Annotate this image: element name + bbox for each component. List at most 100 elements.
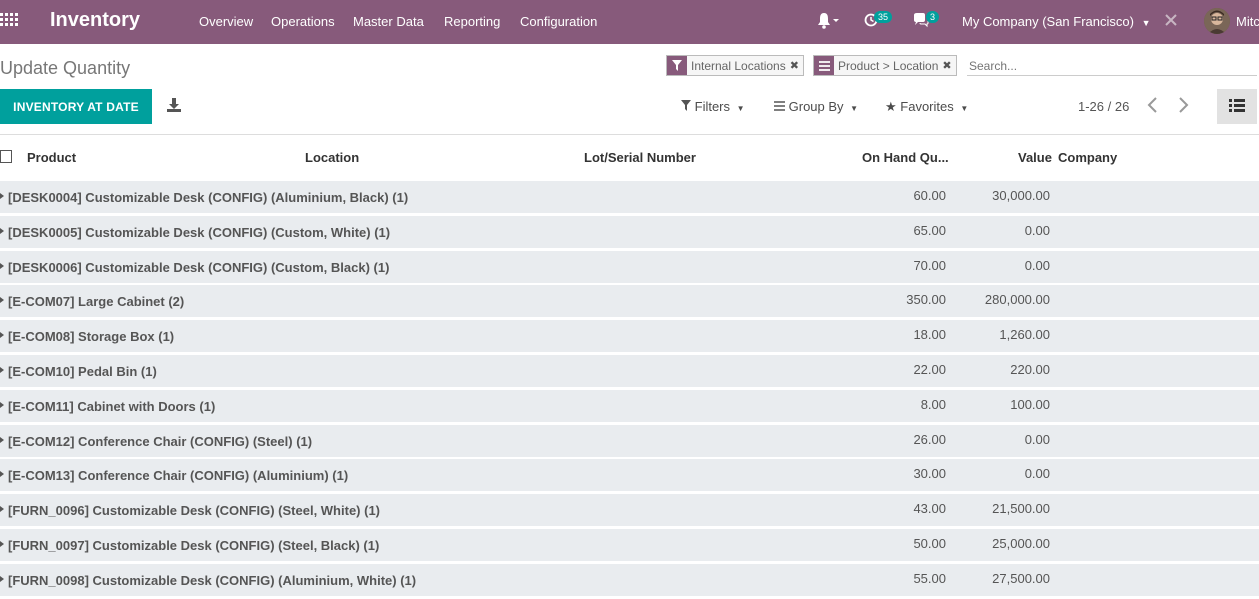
search-facet-product-location[interactable]: Product > Location ✖ — [813, 55, 957, 76]
group-value: 30,000.00 — [992, 188, 1050, 203]
inventory-at-date-button[interactable]: INVENTORY AT DATE — [0, 89, 152, 124]
search-input[interactable] — [967, 56, 1257, 76]
table-group-row[interactable]: [FURN_0096] Customizable Desk (CONFIG) (… — [0, 494, 1259, 526]
activity-count-badge: 35 — [874, 11, 893, 23]
table-group-row[interactable]: [E-COM07] Large Cabinet (2) 350.00 280,000… — [0, 285, 1259, 317]
menu-master-data[interactable]: Master Data — [353, 14, 424, 29]
column-lot-serial[interactable]: Lot/Serial Number — [584, 150, 696, 165]
caret-right-icon — [0, 297, 4, 303]
menu-overview[interactable]: Overview — [199, 14, 253, 29]
group-name: [E-COM10] Pedal Bin (1) — [8, 364, 157, 379]
group-quantity: 350.00 — [906, 292, 946, 307]
caret-down-icon: ▼ — [1141, 18, 1151, 28]
download-icon[interactable] — [166, 97, 182, 113]
menu-operations[interactable]: Operations — [271, 14, 335, 29]
bell-icon[interactable] — [817, 12, 839, 33]
column-company[interactable]: Company — [1058, 150, 1117, 165]
group-quantity: 65.00 — [913, 223, 946, 238]
facet-label: Product > Location — [838, 58, 939, 73]
column-product[interactable]: Product — [27, 150, 76, 165]
column-location[interactable]: Location — [305, 150, 359, 165]
user-avatar[interactable] — [1204, 8, 1230, 34]
group-value: 0.00 — [1024, 466, 1050, 481]
caret-down-icon: ▼ — [850, 104, 859, 113]
company-name: My Company (San Francisco) — [962, 14, 1134, 29]
pager-previous-icon[interactable] — [1146, 96, 1158, 118]
table-group-row[interactable]: [E-COM12] Conference Chair (CONFIG) (Ste… — [0, 425, 1259, 457]
company-switcher[interactable]: My Company (San Francisco) ▼ — [962, 14, 1151, 29]
group-name: [DESK0005] Customizable Desk (CONFIG) (C… — [8, 225, 391, 240]
table-group-row[interactable]: [FURN_0097] Customizable Desk (CONFIG) (… — [0, 529, 1259, 561]
table-group-row[interactable]: [DESK0004] Customizable Desk (CONFIG) (A… — [0, 181, 1259, 213]
group-value: 100.00 — [1010, 397, 1050, 412]
table-group-row[interactable]: [DESK0005] Customizable Desk (CONFIG) (C… — [0, 216, 1259, 248]
group-quantity: 60.00 — [913, 188, 946, 203]
search-facet-internal-locations[interactable]: Internal Locations ✖ — [666, 55, 804, 76]
favorites-label: Favorites — [900, 99, 954, 114]
group-name: [DESK0004] Customizable Desk (CONFIG) (A… — [8, 190, 409, 205]
list-view-button[interactable] — [1217, 89, 1257, 124]
group-name: [E-COM08] Storage Box (1) — [8, 329, 175, 344]
message-count-badge: 3 — [926, 11, 940, 23]
group-quantity: 70.00 — [913, 258, 946, 273]
table-group-row[interactable]: [E-COM13] Conference Chair (CONFIG) (Alu… — [0, 459, 1259, 491]
caret-down-icon: ▼ — [736, 104, 745, 113]
group-name: [FURN_0097] Customizable Desk (CONFIG) (… — [8, 538, 380, 553]
caret-right-icon — [0, 367, 4, 373]
remove-facet-icon[interactable]: ✖ — [942, 59, 955, 72]
top-navbar: Inventory Overview Operations Master Dat… — [0, 0, 1259, 44]
group-value: 27,500.00 — [992, 571, 1050, 586]
table-group-row[interactable]: [E-COM10] Pedal Bin (1) 22.00 220.00 — [0, 355, 1259, 387]
group-quantity: 55.00 — [913, 571, 946, 586]
group-quantity: 8.00 — [920, 397, 946, 412]
app-title[interactable]: Inventory — [50, 9, 140, 32]
group-quantity: 43.00 — [913, 501, 946, 516]
menu-configuration[interactable]: Configuration — [520, 14, 597, 29]
group-name: [DESK0006] Customizable Desk (CONFIG) (C… — [8, 260, 390, 275]
remove-facet-icon[interactable]: ✖ — [790, 59, 803, 72]
caret-right-icon — [0, 471, 4, 477]
table-group-row[interactable]: [DESK0006] Customizable Desk (CONFIG) (C… — [0, 251, 1259, 283]
user-name[interactable]: Mitc — [1236, 14, 1259, 29]
group-quantity: 30.00 — [913, 466, 946, 481]
group-by-icon — [814, 56, 834, 75]
column-on-hand-quantity[interactable]: On Hand Qu... — [862, 150, 949, 165]
pager-next-icon[interactable] — [1178, 96, 1190, 118]
caret-right-icon — [0, 193, 4, 199]
group-quantity: 26.00 — [913, 432, 946, 447]
pager-value[interactable]: 1-26 / 26 — [1078, 99, 1129, 114]
caret-right-icon — [0, 402, 4, 408]
group-value: 25,000.00 — [992, 536, 1050, 551]
filters-dropdown[interactable]: Filters ▼ — [681, 99, 745, 114]
group-name: [E-COM12] Conference Chair (CONFIG) (Ste… — [8, 434, 313, 449]
table-group-row[interactable]: [E-COM08] Storage Box (1) 18.00 1,260.00 — [0, 320, 1259, 352]
select-all-checkbox[interactable] — [0, 150, 12, 163]
apps-menu-icon[interactable] — [0, 13, 18, 29]
filter-icon — [667, 56, 687, 75]
group-value: 0.00 — [1024, 258, 1050, 273]
group-name: [E-COM13] Conference Chair (CONFIG) (Alu… — [8, 468, 349, 483]
caret-right-icon — [0, 506, 4, 512]
group-quantity: 50.00 — [913, 536, 946, 551]
group-value: 0.00 — [1024, 223, 1050, 238]
caret-right-icon — [0, 437, 4, 443]
group-name: [E-COM07] Large Cabinet (2) — [8, 294, 185, 309]
filters-label: Filters — [694, 99, 731, 114]
caret-right-icon — [0, 576, 4, 582]
column-value[interactable]: Value — [1018, 150, 1052, 165]
group-by-icon — [774, 99, 789, 114]
menu-reporting[interactable]: Reporting — [444, 14, 500, 29]
group-quantity: 18.00 — [913, 327, 946, 342]
group-value: 220.00 — [1010, 362, 1050, 377]
group-name: [FURN_0096] Customizable Desk (CONFIG) (… — [8, 503, 380, 518]
group-name: [E-COM11] Cabinet with Doors (1) — [8, 399, 216, 414]
caret-right-icon — [0, 263, 4, 269]
group-name: [FURN_0098] Customizable Desk (CONFIG) (… — [8, 573, 417, 588]
group-by-label: Group By — [788, 99, 844, 114]
caret-right-icon — [0, 541, 4, 547]
debug-tools-icon[interactable] — [1164, 13, 1178, 30]
table-group-row[interactable]: [FURN_0098] Customizable Desk (CONFIG) (… — [0, 564, 1259, 596]
table-group-row[interactable]: [E-COM11] Cabinet with Doors (1) 8.00 100.… — [0, 390, 1259, 422]
group-by-dropdown[interactable]: Group By ▼ — [774, 99, 858, 114]
favorites-dropdown[interactable]: ★ Favorites ▼ — [885, 99, 968, 115]
